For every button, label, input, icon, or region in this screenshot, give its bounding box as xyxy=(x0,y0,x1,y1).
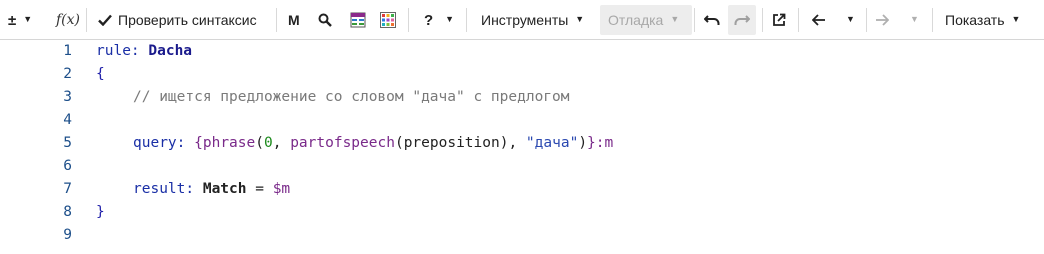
check-syntax-label: Проверить синтаксис xyxy=(118,12,257,28)
chevron-down-icon: ▼ xyxy=(846,14,855,24)
toolbar-divider xyxy=(694,8,695,32)
toolbar-divider xyxy=(408,8,409,32)
tools-menu[interactable]: Инструменты ▼ xyxy=(481,5,584,35)
arrow-right-icon xyxy=(875,14,889,26)
partofspeech-function: partofspeech xyxy=(290,135,395,151)
table-button[interactable] xyxy=(350,5,366,35)
chevron-down-icon: ▼ xyxy=(670,14,680,24)
line-number: 7 xyxy=(63,181,72,197)
undo-button[interactable] xyxy=(701,5,723,35)
chevron-down-icon: ▼ xyxy=(910,14,919,24)
toolbar-divider xyxy=(466,8,467,32)
close-brace: } xyxy=(96,204,105,220)
query-open-brace: { xyxy=(194,135,203,151)
m-button[interactable]: M xyxy=(288,5,300,35)
string-literal: "дача" xyxy=(525,135,579,151)
back-history-dropdown[interactable]: ▼ xyxy=(846,5,855,35)
search-button[interactable] xyxy=(318,5,332,35)
tools-label: Инструменты xyxy=(481,12,569,28)
toolbar-divider xyxy=(86,8,87,32)
query-variable: :m xyxy=(595,135,614,151)
redo-button[interactable] xyxy=(728,5,756,35)
line-number: 4 xyxy=(63,112,72,128)
rule-keyword: rule: xyxy=(96,43,140,59)
code-line-5: query: {phrase(0, partofspeech(prepositi… xyxy=(133,132,613,155)
debug-menu[interactable]: Отладка ▼ xyxy=(600,5,692,35)
paren: ( xyxy=(394,135,404,151)
open-brace: { xyxy=(96,66,105,82)
show-menu[interactable]: Показать ▼ xyxy=(945,5,1020,35)
preposition-arg: preposition xyxy=(403,135,500,151)
forward-history-dropdown[interactable]: ▼ xyxy=(910,5,919,35)
result-keyword: result: xyxy=(133,181,195,197)
code-line-1: rule: Dacha xyxy=(96,40,192,63)
external-link-icon xyxy=(772,13,786,27)
open-external-button[interactable] xyxy=(772,5,786,35)
code-editor[interactable]: 1 2 3 4 5 6 7 8 9 rule: Dacha { // ищетс… xyxy=(0,40,1044,254)
chevron-down-icon: ▼ xyxy=(575,14,585,24)
number-literal: 0 xyxy=(263,135,273,151)
redo-icon xyxy=(734,14,750,26)
line-number: 3 xyxy=(63,89,72,105)
table-icon xyxy=(350,12,366,28)
palette-icon xyxy=(380,12,396,28)
equals-sign: = xyxy=(246,181,273,197)
color-palette-button[interactable] xyxy=(380,5,396,35)
match-type: Match xyxy=(202,181,247,197)
query-keyword: query: xyxy=(133,135,186,151)
result-variable: $m xyxy=(272,181,291,197)
chevron-down-icon: ▼ xyxy=(1011,14,1021,24)
checkmark-icon xyxy=(98,14,112,26)
line-number: 8 xyxy=(63,204,72,220)
toolbar-divider xyxy=(866,8,867,32)
function-button[interactable]: f(x) xyxy=(56,5,80,35)
phrase-function: phrase xyxy=(202,135,256,151)
code-line-7: result: Match = $m xyxy=(133,178,290,201)
function-icon: f(x) xyxy=(56,12,81,28)
show-label: Показать xyxy=(945,12,1005,28)
paren: ( xyxy=(255,135,264,151)
forward-button[interactable] xyxy=(875,5,889,35)
plus-minus-icon: ± xyxy=(8,11,17,29)
line-number: 1 xyxy=(63,43,72,59)
toolbar-divider xyxy=(276,8,277,32)
help-icon: ? xyxy=(424,11,434,29)
toolbar: ± ▼ f(x) Проверить синтаксис M ? ▼ Инстр… xyxy=(0,0,1044,40)
back-button[interactable] xyxy=(812,5,826,35)
toolbar-divider xyxy=(762,8,763,32)
debug-label: Отладка xyxy=(608,12,664,28)
query-close-brace: } xyxy=(587,135,596,151)
help-dropdown[interactable]: ? ▼ xyxy=(424,5,454,35)
paren: ), xyxy=(499,135,526,151)
comma: , xyxy=(272,135,291,151)
arrow-left-icon xyxy=(812,14,826,26)
code-comment: // ищется предложение со словом "дача" с… xyxy=(133,89,570,105)
line-number: 5 xyxy=(63,135,72,151)
plus-minus-dropdown[interactable]: ± ▼ xyxy=(8,5,32,35)
check-syntax-button[interactable]: Проверить синтаксис xyxy=(98,5,257,35)
paren: ) xyxy=(578,135,588,151)
rule-name: Dacha xyxy=(148,43,193,59)
chevron-down-icon: ▼ xyxy=(445,14,455,24)
toolbar-divider xyxy=(932,8,933,32)
line-number: 6 xyxy=(63,158,72,174)
line-number: 2 xyxy=(63,66,72,82)
toolbar-divider xyxy=(798,8,799,32)
search-icon xyxy=(318,13,332,27)
m-icon: M xyxy=(288,12,300,28)
undo-icon xyxy=(704,14,720,26)
code-line-2: { xyxy=(96,63,105,86)
chevron-down-icon: ▼ xyxy=(23,14,33,24)
code-line-8: } xyxy=(96,201,105,224)
code-line-3: // ищется предложение со словом "дача" с… xyxy=(133,86,570,109)
line-number: 9 xyxy=(63,227,72,243)
